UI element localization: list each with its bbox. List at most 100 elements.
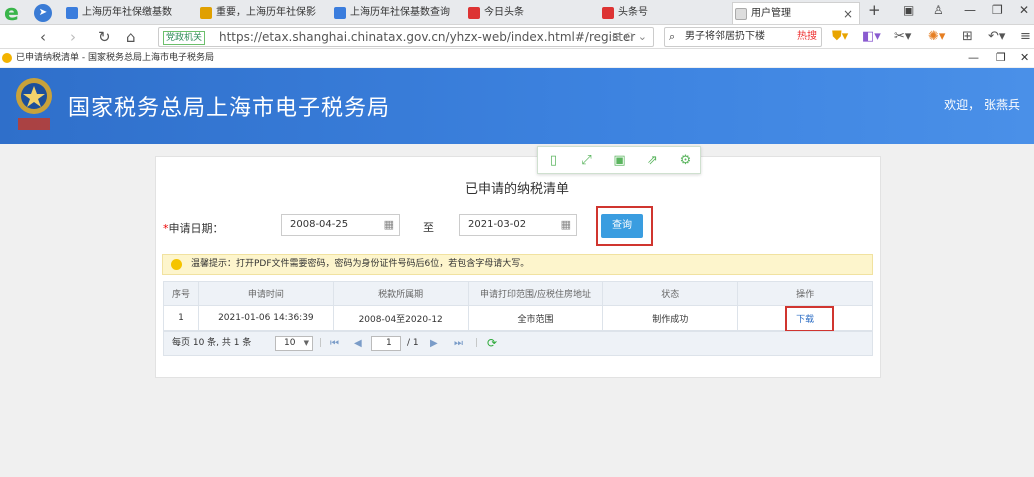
date-label: *申请日期： <box>163 220 224 236</box>
tab-label: 上海历年社保缴基数 <box>82 7 172 18</box>
tab-label: 头条号 <box>618 7 648 18</box>
new-tab-button[interactable]: + <box>868 1 881 19</box>
download-highlight-box <box>785 306 834 332</box>
game-icon[interactable]: ✺▾ <box>928 29 945 44</box>
shirt-icon[interactable]: ♙ <box>933 3 944 17</box>
tab-favicon-icon <box>468 7 480 19</box>
end-date-value[interactable]: 2021-03-02 <box>468 219 526 230</box>
site-header: 国家税务总局上海市电子税务局 欢迎， 张燕兵 <box>0 68 1034 144</box>
first-page-icon[interactable]: ⏮ <box>330 332 339 355</box>
browser-tab[interactable]: 今日头条 <box>466 2 598 24</box>
share-icon[interactable]: ⇗ <box>645 153 660 168</box>
tab-label: 重要，上海历年社保影 <box>216 7 316 18</box>
win-restore-icon[interactable]: ❐ <box>996 49 1006 67</box>
column-header: 税款所属期 <box>332 281 469 306</box>
refresh-icon[interactable]: ⟳ <box>487 332 497 355</box>
shield-icon[interactable]: ⛊▾ <box>832 29 848 44</box>
tax-emblem-icon <box>16 78 52 130</box>
address-bar-row: ‹ › ↻ ⌂ 党政机关 https://etax.shanghai.china… <box>0 25 1034 49</box>
minimize-icon[interactable]: — <box>964 3 976 17</box>
start-date-value[interactable]: 2008-04-25 <box>290 219 348 230</box>
close-icon[interactable]: ✕ <box>1019 3 1029 17</box>
browser-tab[interactable]: 上海历年社保基数查询 <box>332 2 464 24</box>
url-field[interactable]: 党政机关 https://etax.shanghai.chinatax.gov.… <box>158 27 654 47</box>
home-icon[interactable]: ⌂ <box>126 28 136 46</box>
forward-icon[interactable]: › <box>70 28 76 46</box>
restore-icon[interactable]: ❐ <box>992 3 1003 17</box>
table-cell: 2021-01-06 14:36:39 <box>197 305 334 331</box>
navigation-icon[interactable]: ➤ <box>34 4 52 22</box>
table-cell: 制作成功 <box>602 305 739 331</box>
tab-close-icon[interactable]: × <box>843 3 853 24</box>
search-box[interactable]: ⌕ 男子将邻居扔下楼 热搜 <box>664 27 822 47</box>
search-icon: ⌕ <box>669 30 676 43</box>
column-header: 申请打印范围/应税住房地址 <box>467 281 604 306</box>
prev-page-icon[interactable]: ◀ <box>354 332 362 355</box>
pagination-bar: 每页 10 条, 共 1 条 10 ▼ | ⏮ ◀ 1 / 1 ▶ ⏭ | ⟳ <box>163 331 873 356</box>
browser-logo-icon: e <box>4 1 19 26</box>
page-number-input[interactable]: 1 <box>371 336 401 351</box>
scissors-icon[interactable]: ✂▾ <box>894 29 911 44</box>
tab-favicon-icon <box>602 7 614 19</box>
end-date-input[interactable]: 2021-03-02 ▦ <box>459 214 577 236</box>
page-favicon-icon <box>2 53 12 63</box>
page-title: 已申请的纳税清单 <box>464 182 569 197</box>
window-title: 已申请纳税清单 - 国家税务总局上海市电子税务局 <box>16 53 214 63</box>
calendar-icon[interactable]: ▦ <box>561 215 571 235</box>
browser-tab-active[interactable]: 用户管理 × <box>732 2 860 24</box>
tax-list-table: 序号 申请时间 税款所属期 申请打印范围/应税住房地址 状态 操作 1 2021… <box>163 281 873 331</box>
current-page-value[interactable]: 1 <box>386 337 392 350</box>
tab-favicon-icon <box>334 7 346 19</box>
last-page-icon[interactable]: ⏭ <box>454 332 463 355</box>
settings-icon[interactable]: ⚙ <box>678 153 693 168</box>
column-header: 操作 <box>737 281 873 306</box>
column-header: 状态 <box>602 281 739 306</box>
search-text[interactable]: 男子将邻居扔下楼 <box>685 31 765 42</box>
tab-favicon-icon <box>200 7 212 19</box>
tab-list-icon[interactable]: ▣ <box>903 3 914 17</box>
calendar-icon[interactable]: ▦ <box>384 215 394 235</box>
browser-tab[interactable]: 上海历年社保缴基数 <box>64 2 196 24</box>
tip-text: 温馨提示：打开PDF文件需要密码，密码为身份证件号码后6位，若包含字母请大写。 <box>191 259 530 269</box>
hot-badge: 热搜 <box>797 31 817 42</box>
date-label-text: 申请日期： <box>168 222 224 235</box>
column-header: 申请时间 <box>197 281 334 306</box>
fullscreen-icon[interactable]: ⤢ <box>579 153 594 168</box>
win-close-icon[interactable]: ✕ <box>1020 49 1029 67</box>
floating-toolbar: ▯ ⤢ ▣ ⇗ ⚙ <box>537 146 701 174</box>
separator: | <box>475 338 479 348</box>
undo-icon[interactable]: ↶▾ <box>988 29 1005 44</box>
tab-favicon-icon <box>66 7 78 19</box>
url-tools-icon[interactable]: ⊞ ℮ ⌄ <box>612 30 647 43</box>
start-date-input[interactable]: 2008-04-25 ▦ <box>281 214 400 236</box>
mobile-icon[interactable]: ▯ <box>546 153 561 168</box>
extension-icon[interactable]: ◧▾ <box>862 29 881 44</box>
tab-label: 用户管理 <box>751 8 791 19</box>
browser-tab-bar: e ➤ 上海历年社保缴基数 重要，上海历年社保影 上海历年社保基数查询 今日头条… <box>0 0 1034 25</box>
browser-tab[interactable]: 头条号 <box>600 2 730 24</box>
chevron-down-icon: ▼ <box>303 339 309 347</box>
page-size-select[interactable]: 10 ▼ <box>275 336 313 351</box>
table-cell: 全市范围 <box>467 305 604 331</box>
table-header-row: 序号 申请时间 税款所属期 申请打印范围/应税住房地址 状态 操作 <box>163 281 873 306</box>
url-text[interactable]: https://etax.shanghai.chinatax.gov.cn/yh… <box>219 30 635 44</box>
next-page-icon[interactable]: ▶ <box>430 332 438 355</box>
gov-badge: 党政机关 <box>163 31 206 45</box>
query-button[interactable]: 查询 <box>601 214 643 238</box>
menu-icon[interactable]: ≡ <box>1020 29 1031 44</box>
back-icon[interactable]: ‹ <box>40 28 46 46</box>
page-size-value[interactable]: 10 <box>284 337 295 350</box>
tab-label: 今日头条 <box>484 7 524 18</box>
reload-icon[interactable]: ↻ <box>98 28 111 46</box>
table-row: 1 2021-01-06 14:36:39 2008-04至2020-12 全市… <box>163 305 873 331</box>
win-minimize-icon[interactable]: — <box>968 49 979 67</box>
pager-summary: 每页 10 条, 共 1 条 <box>172 338 252 348</box>
window-title-bar: 已申请纳税清单 - 国家税务总局上海市电子税务局 — ❐ ✕ <box>0 49 1034 67</box>
browser-tab[interactable]: 重要，上海历年社保影 <box>198 2 330 24</box>
tab-label: 上海历年社保基数查询 <box>350 7 450 18</box>
to-label: 至 <box>423 221 434 234</box>
save-icon[interactable]: ▣ <box>612 153 627 168</box>
column-header: 序号 <box>163 281 199 306</box>
apps-icon[interactable]: ⊞ <box>962 29 973 44</box>
site-title: 国家税务总局上海市电子税务局 <box>68 96 391 121</box>
